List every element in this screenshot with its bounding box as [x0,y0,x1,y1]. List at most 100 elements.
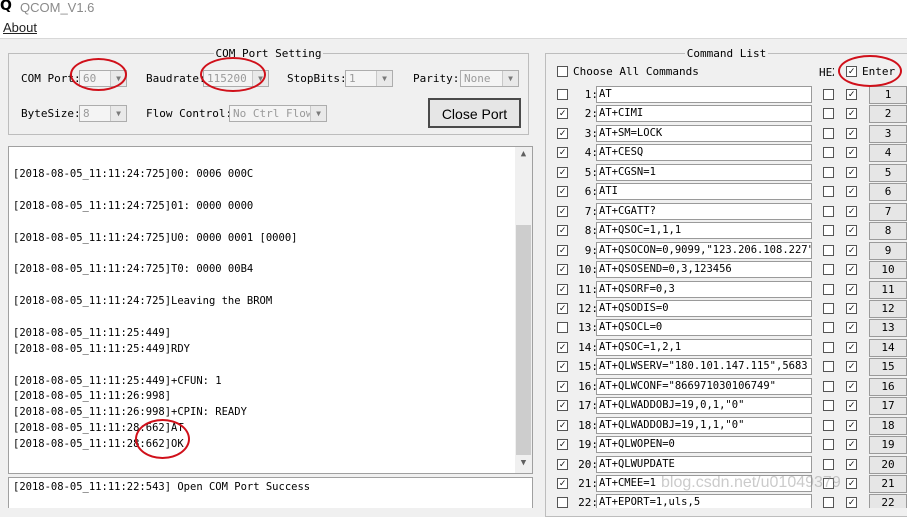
enter-checkbox[interactable]: ✓ [846,419,857,431]
hex-checkbox[interactable] [823,439,834,451]
send-command-button[interactable]: 1 [869,86,907,104]
send-command-button[interactable]: 16 [869,377,907,396]
stopbits-select[interactable]: 1 ▼ [345,70,393,87]
send-command-button[interactable]: 8 [869,222,907,241]
send-command-button[interactable]: 13 [869,319,907,338]
close-port-button[interactable]: Close Port [428,98,521,128]
hex-checkbox[interactable] [823,497,834,508]
command-input[interactable]: AT+QSOC=1,1,1 [596,222,812,240]
send-command-button[interactable]: 15 [869,358,907,377]
command-select-checkbox[interactable]: ✓ [557,380,568,392]
com-port-select[interactable]: 60 ▼ [79,70,127,87]
enter-checkbox[interactable]: ✓ [846,322,857,334]
command-select-checkbox[interactable]: ✓ [557,439,568,451]
enter-checkbox[interactable]: ✓ [846,264,857,276]
command-input[interactable]: AT+CGSN=1 [596,163,812,181]
hex-checkbox[interactable] [823,341,834,353]
command-input[interactable]: AT+SM=LOCK [596,124,812,142]
command-input[interactable]: AT+QLWADDOBJ=19,0,1,"0" [596,397,812,415]
log-scrollbar[interactable]: ▲ ▼ [515,147,532,473]
send-command-button[interactable]: 17 [869,397,907,416]
command-input[interactable]: AT+EPORT=1,uls,5 [596,494,812,508]
enter-all-checkbox[interactable]: ✓ [846,66,857,77]
baudrate-select[interactable]: 115200 ▼ [203,70,269,87]
enter-checkbox[interactable]: ✓ [846,361,857,373]
hex-checkbox[interactable] [823,264,834,276]
bytesize-select[interactable]: 8 ▼ [79,105,127,122]
command-input[interactable]: AT+QLWSERV="180.101.147.115",5683 [596,358,812,376]
hex-checkbox[interactable] [823,225,834,237]
command-input[interactable]: AT+CIMI [596,105,812,123]
enter-checkbox[interactable]: ✓ [846,302,857,314]
enter-checkbox[interactable]: ✓ [846,458,857,470]
command-input[interactable]: AT+QLWADDOBJ=19,1,1,"0" [596,416,812,434]
command-select-checkbox[interactable]: ✓ [557,166,568,178]
command-select-checkbox[interactable]: ✓ [557,225,568,237]
hex-checkbox[interactable] [823,322,834,334]
command-input[interactable]: AT [596,86,812,103]
send-command-button[interactable]: 12 [869,299,907,318]
send-command-button[interactable]: 9 [869,241,907,260]
enter-checkbox[interactable]: ✓ [846,186,857,198]
command-select-checkbox[interactable]: ✓ [557,147,568,159]
hex-checkbox[interactable] [823,89,834,100]
hex-checkbox[interactable] [823,361,834,373]
enter-checkbox[interactable]: ✓ [846,283,857,295]
enter-checkbox[interactable]: ✓ [846,244,857,256]
send-command-button[interactable]: 14 [869,338,907,357]
command-select-checkbox[interactable] [557,89,568,100]
command-select-checkbox[interactable]: ✓ [557,127,568,139]
command-select-checkbox[interactable]: ✓ [557,478,568,489]
command-input[interactable]: AT+QLWCONF="866971030106749" [596,377,812,395]
hex-checkbox[interactable] [823,186,834,198]
scroll-down-icon[interactable]: ▼ [515,458,532,472]
parity-select[interactable]: None ▼ [460,70,519,87]
hex-checkbox[interactable] [823,205,834,217]
send-command-button[interactable]: 18 [869,416,907,435]
send-command-button[interactable]: 10 [869,261,907,280]
command-select-checkbox[interactable]: ✓ [557,302,568,314]
hex-checkbox[interactable] [823,302,834,314]
hex-checkbox[interactable] [823,419,834,431]
enter-checkbox[interactable]: ✓ [846,478,857,489]
hex-checkbox[interactable] [823,147,834,159]
hex-checkbox[interactable] [823,166,834,178]
enter-checkbox[interactable]: ✓ [846,225,857,237]
command-select-checkbox[interactable]: ✓ [557,458,568,470]
send-command-button[interactable]: 20 [869,455,907,474]
command-input[interactable]: AT+QLWOPEN=0 [596,436,812,454]
command-input[interactable]: AT+QSOSEND=0,3,123456 [596,261,812,279]
receive-log[interactable]: [2018-08-05_11:11:24:725]00: 0006 000C [2… [8,146,533,474]
send-command-button[interactable]: 19 [869,436,907,455]
send-command-button[interactable]: 3 [869,124,907,143]
send-command-button[interactable]: 5 [869,163,907,182]
command-input[interactable]: AT+QSOCL=0 [596,319,812,337]
command-select-checkbox[interactable]: ✓ [557,283,568,295]
scroll-thumb[interactable] [516,225,531,455]
enter-checkbox[interactable]: ✓ [846,205,857,217]
enter-checkbox[interactable]: ✓ [846,497,857,508]
send-command-button[interactable]: 6 [869,183,907,202]
hex-checkbox[interactable] [823,244,834,256]
flow-control-select[interactable]: No Ctrl Flow ▼ [229,105,327,122]
menu-about[interactable]: About [3,20,37,35]
enter-checkbox[interactable]: ✓ [846,89,857,100]
command-input[interactable]: ATI [596,183,812,201]
hex-checkbox[interactable] [823,127,834,139]
command-select-checkbox[interactable]: ✓ [557,341,568,353]
command-input[interactable]: AT+QSORF=0,3 [596,280,812,298]
command-select-checkbox[interactable] [557,322,568,334]
hex-checkbox[interactable] [823,108,834,120]
send-command-button[interactable]: 2 [869,105,907,124]
command-select-checkbox[interactable]: ✓ [557,186,568,198]
enter-checkbox[interactable]: ✓ [846,108,857,120]
enter-checkbox[interactable]: ✓ [846,439,857,451]
command-input[interactable]: AT+CGATT? [596,202,812,220]
enter-checkbox[interactable]: ✓ [846,380,857,392]
enter-checkbox[interactable]: ✓ [846,341,857,353]
command-input[interactable]: AT+QLWUPDATE [596,455,812,473]
command-input[interactable]: AT+QSOCON=0,9099,"123.206.108.227" [596,241,812,259]
choose-all-checkbox[interactable] [557,66,568,77]
hex-checkbox[interactable] [823,380,834,392]
send-command-button[interactable]: 4 [869,144,907,163]
